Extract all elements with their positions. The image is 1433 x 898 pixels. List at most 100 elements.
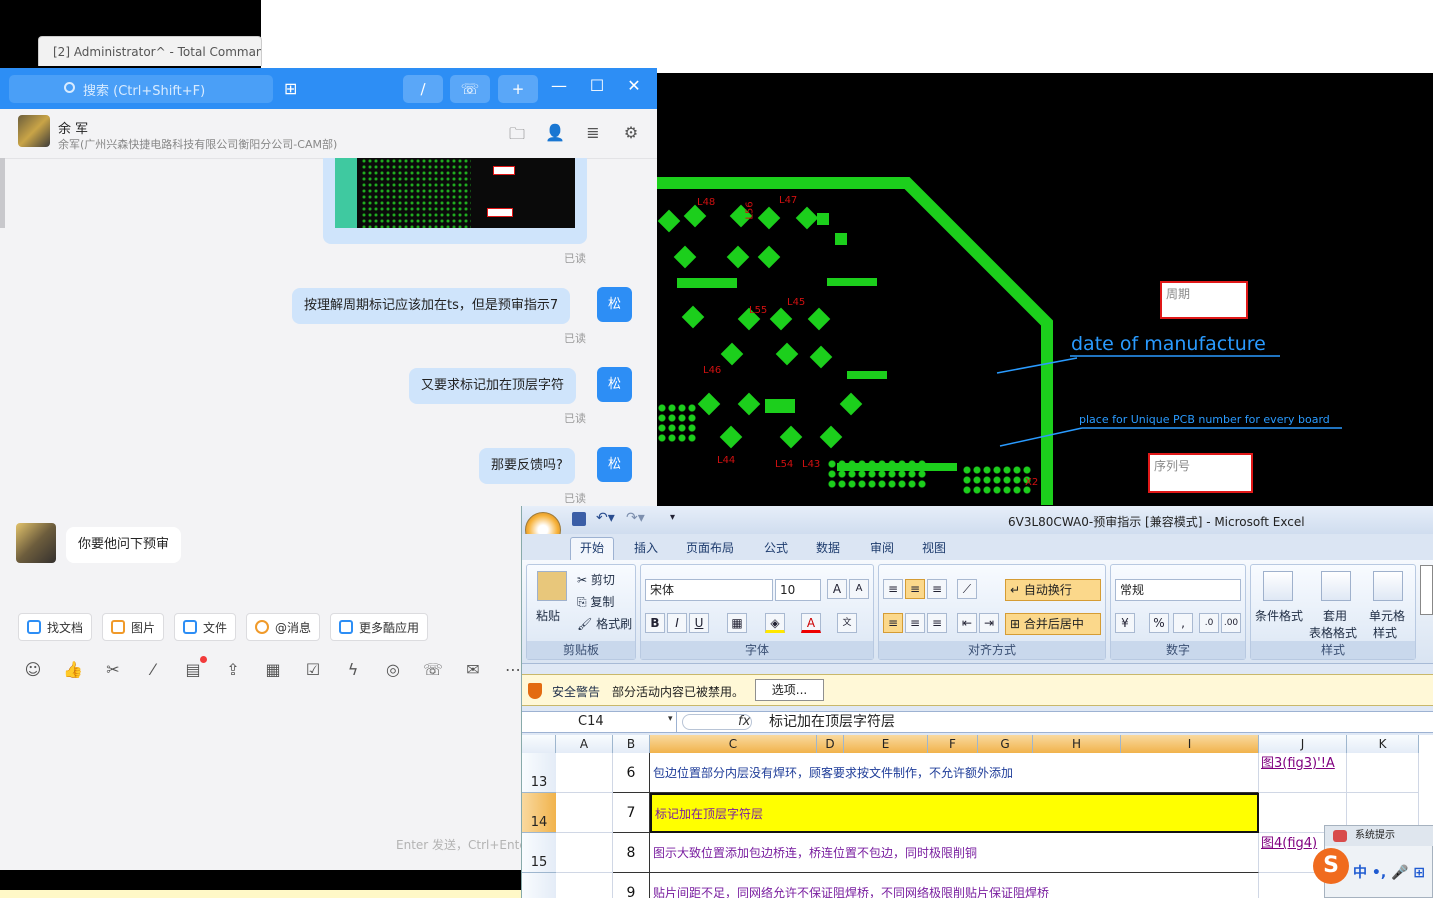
underline-icon[interactable]: U (689, 613, 709, 633)
apps-grid-icon[interactable]: ⊞ (284, 79, 297, 98)
save-icon[interactable] (572, 512, 586, 526)
column-header[interactable]: J (1259, 735, 1347, 753)
select-all-corner[interactable] (522, 735, 556, 753)
cell-link[interactable]: 图3(fig3)'!A (1259, 753, 1347, 793)
orientation-icon[interactable]: ⟋ (957, 579, 977, 599)
fill-color-icon[interactable]: ◈ (765, 613, 785, 633)
row-header[interactable] (522, 873, 556, 898)
name-box[interactable]: C14 (522, 712, 677, 732)
message-bubble[interactable]: 又要求标记加在顶层字符 (409, 368, 577, 404)
cut-button[interactable]: ✂ 剪切 (577, 571, 615, 588)
merge-center-button[interactable]: ⊞ 合并后居中 (1005, 613, 1101, 635)
shrink-font-icon[interactable]: A (849, 579, 869, 599)
align-left-icon[interactable]: ≡ (883, 613, 903, 633)
emoji-icon[interactable]: ☺ (23, 660, 43, 680)
phone-icon[interactable]: ☏ (423, 660, 443, 680)
my-avatar[interactable]: 松 (597, 287, 632, 322)
find-doc-button[interactable]: 找文档 (18, 613, 93, 641)
my-avatar[interactable]: 松 (597, 367, 632, 402)
doc-add-icon[interactable]: ▤ (183, 660, 203, 680)
lightning-icon[interactable]: ϟ (343, 660, 363, 680)
format-table-button[interactable]: 套用 (1323, 607, 1347, 624)
italic-icon[interactable]: I (667, 613, 687, 633)
add-button[interactable]: + (498, 75, 538, 103)
contact-avatar[interactable] (18, 115, 50, 147)
font-color-icon[interactable]: A (801, 613, 821, 633)
column-header[interactable]: D (817, 735, 844, 753)
active-cell-c14[interactable]: 标记加在顶层字符层 (650, 793, 1259, 833)
decrease-decimal-icon[interactable]: .00 (1221, 613, 1241, 633)
cell-styles-icon[interactable] (1373, 571, 1403, 601)
fx-icon[interactable]: fx (738, 712, 750, 732)
calendar-icon[interactable]: ▦ (263, 660, 283, 680)
mention-button[interactable]: @消息 (246, 613, 321, 641)
percent-icon[interactable]: % (1149, 613, 1169, 633)
phonetic-icon[interactable]: 文 (837, 613, 857, 633)
my-avatar[interactable]: 松 (597, 447, 632, 482)
redo-icon[interactable]: ↷▾ (626, 510, 645, 526)
cell-number[interactable]: 9 (613, 873, 650, 898)
tab-data[interactable]: 数据 (816, 539, 840, 556)
file-button[interactable]: 文件 (174, 613, 237, 641)
image-message[interactable] (323, 158, 587, 244)
align-center-icon[interactable]: ≡ (905, 613, 925, 633)
pcb-thumbnail[interactable] (335, 158, 575, 228)
more-icon[interactable]: ⋯ (503, 660, 523, 680)
undo-icon[interactable]: ↶▾ (596, 510, 615, 526)
folder-icon[interactable]: 🗀 (507, 123, 527, 143)
scissors-icon[interactable]: ✂ (103, 660, 123, 680)
cell-number[interactable]: 8 (613, 833, 650, 873)
column-header[interactable]: A (556, 735, 613, 753)
total-commander-taskbar-tab[interactable]: [2] Administrator^ - Total Commander (38, 36, 262, 66)
column-header[interactable]: E (844, 735, 928, 753)
worksheet-grid[interactable]: A B C D E F G H I J K 13 6 包边位置部分内层没有焊环，… (522, 735, 1433, 898)
column-header[interactable]: C (650, 735, 817, 753)
column-header[interactable]: H (1033, 735, 1121, 753)
tab-review[interactable]: 审阅 (870, 539, 894, 556)
task-check-icon[interactable]: ☑ (303, 660, 323, 680)
scrollbar[interactable] (0, 158, 5, 228)
mail-icon[interactable]: ✉ (463, 660, 483, 680)
video-call-icon[interactable]: ◎ (383, 660, 403, 680)
upload-icon[interactable]: ⇪ (223, 660, 243, 680)
border-icon[interactable]: ▦ (727, 613, 747, 633)
column-header[interactable]: I (1121, 735, 1259, 753)
copy-button[interactable]: ⎘ 复制 (577, 593, 614, 610)
cell-number[interactable]: 6 (613, 753, 650, 793)
cell[interactable] (556, 873, 613, 898)
column-header[interactable]: F (928, 735, 978, 753)
align-bottom-icon[interactable]: ≡ (927, 579, 947, 599)
settings-icon[interactable]: ⚙ (621, 123, 641, 143)
conditional-format-button[interactable]: 条件格式 (1255, 607, 1303, 624)
maximize-button[interactable]: ☐ (585, 76, 609, 95)
cell[interactable] (556, 753, 613, 793)
row-header[interactable]: 13 (522, 753, 556, 793)
comma-icon[interactable]: , (1173, 613, 1193, 633)
currency-icon[interactable]: ¥ (1115, 613, 1135, 633)
align-middle-icon[interactable]: ≡ (905, 579, 925, 599)
tab-formulas[interactable]: 公式 (764, 539, 788, 556)
cell-description[interactable]: 包边位置部分内层没有焊环，顾客要求按文件制作，不允许额外添加 (650, 753, 1259, 793)
cell-styles-button[interactable]: 单元格 (1369, 607, 1405, 624)
tab-home[interactable]: 开始 (580, 539, 604, 556)
add-member-icon[interactable]: 👤 (545, 123, 565, 143)
font-size-select[interactable]: 10 (775, 579, 821, 601)
align-top-icon[interactable]: ≡ (883, 579, 903, 599)
ime-system-popup[interactable]: 系统提示 S 中 •, 🎤 ⊞ (1313, 825, 1433, 898)
increase-indent-icon[interactable]: ⇥ (979, 613, 999, 633)
formula-input[interactable]: 标记加在顶层字符层 (769, 712, 895, 732)
thumbs-up-icon[interactable]: 👍 (63, 660, 83, 680)
image-button[interactable]: 图片 (102, 613, 165, 641)
row-header[interactable]: 15 (522, 833, 556, 873)
reply-bubble[interactable]: 你要他问下预审 (66, 527, 182, 563)
cell[interactable] (556, 793, 613, 833)
cell[interactable] (556, 833, 613, 873)
ime-toolbar[interactable]: 中 •, 🎤 ⊞ (1353, 862, 1425, 882)
message-bubble[interactable]: 那要反馈吗? (479, 448, 575, 484)
tab-insert[interactable]: 插入 (634, 539, 658, 556)
message-bubble[interactable]: 按理解周期标记应该加在ts，但是预审指示7 (292, 288, 571, 324)
paste-button[interactable]: 粘贴 (536, 607, 560, 624)
decrease-indent-icon[interactable]: ⇤ (957, 613, 977, 633)
column-header[interactable]: B (613, 735, 650, 753)
number-format-select[interactable]: 常规 (1115, 579, 1241, 601)
